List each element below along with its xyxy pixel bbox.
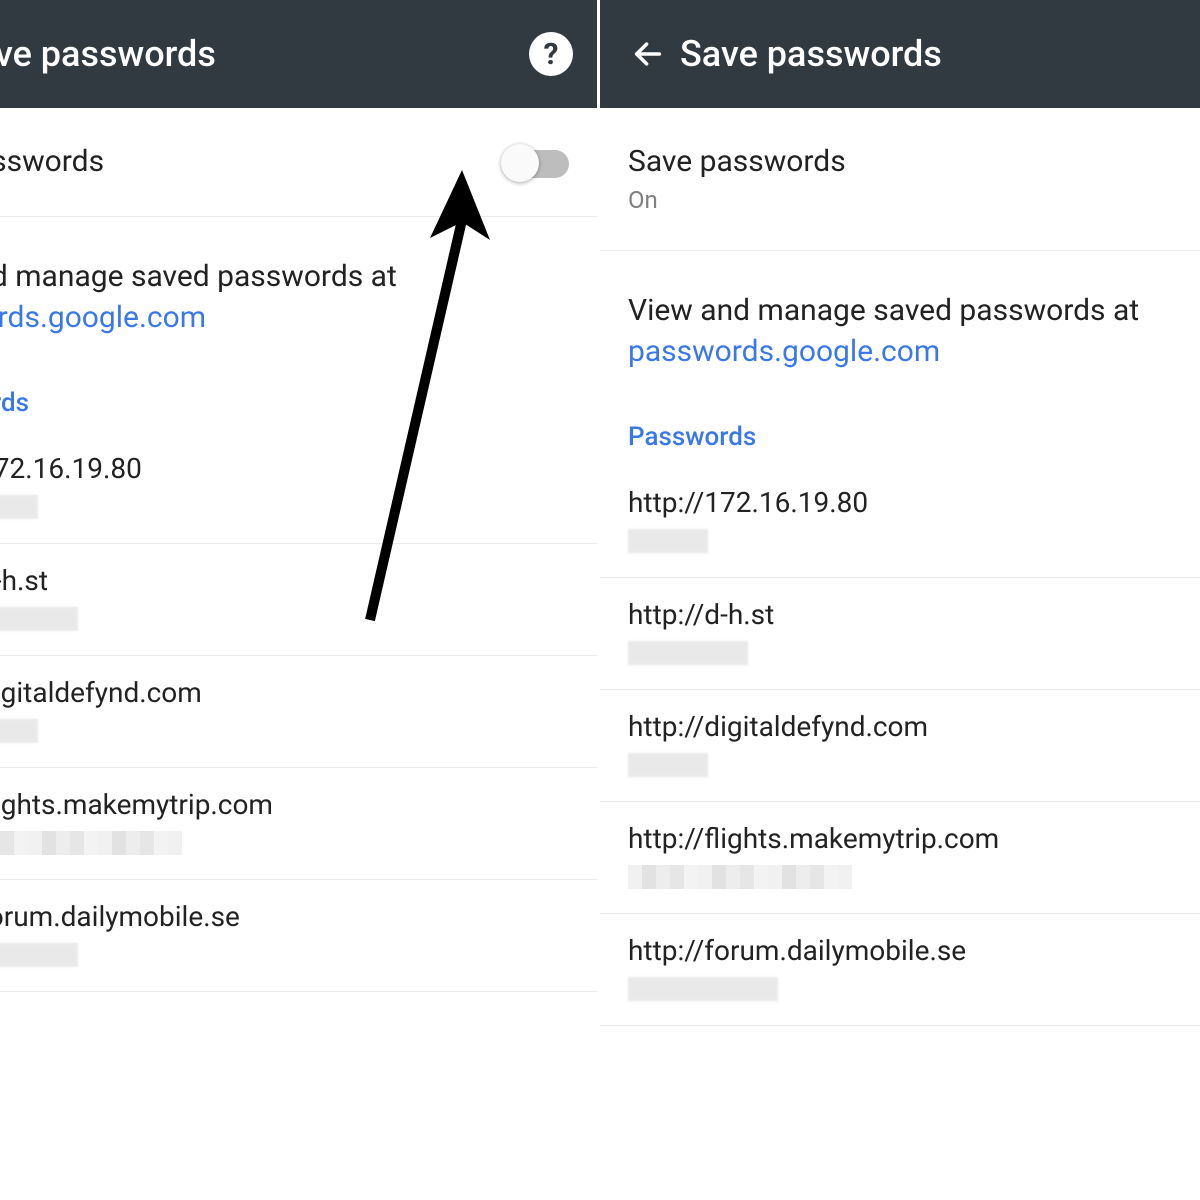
username-blurred xyxy=(628,529,1172,555)
username-blurred xyxy=(0,607,569,633)
passwords-section-title: words xyxy=(0,348,597,432)
passwords-google-link[interactable]: words.google.com xyxy=(0,300,206,335)
toggle-switch-off[interactable] xyxy=(505,150,569,178)
username-blurred xyxy=(0,495,569,521)
appbar-right: Save passwords xyxy=(600,0,1200,108)
site-url: http://172.16.19.80 xyxy=(628,486,1172,519)
username-blurred xyxy=(628,977,1172,1003)
username-blurred xyxy=(0,831,569,857)
password-entry[interactable]: http://172.16.19.80 xyxy=(600,466,1200,578)
username-blurred xyxy=(0,719,569,745)
password-entry[interactable]: http://forum.dailymobile.se xyxy=(600,914,1200,1026)
passwords-section-title: Passwords xyxy=(600,382,1200,466)
site-url: http://flights.makemytrip.com xyxy=(628,822,1172,855)
password-entry[interactable]: //forum.dailymobile.se xyxy=(0,880,597,992)
username-blurred xyxy=(0,943,569,969)
right-panel: Save passwords Save passwords On View an… xyxy=(600,0,1200,1200)
password-entry[interactable]: http://digitaldefynd.com xyxy=(600,690,1200,802)
toggle-label: passwords xyxy=(0,144,104,180)
manage-text: and manage saved passwords at words.goog… xyxy=(0,217,597,348)
site-url: //172.16.19.80 xyxy=(0,452,569,485)
page-title: Save passwords xyxy=(0,33,529,75)
site-url: //digitaldefynd.com xyxy=(0,676,569,709)
save-passwords-toggle-row[interactable]: Save passwords On xyxy=(600,108,1200,251)
page-title: Save passwords xyxy=(680,33,1176,75)
site-url: http://forum.dailymobile.se xyxy=(628,934,1172,967)
toggle-state: On xyxy=(628,186,846,214)
help-icon[interactable]: ? xyxy=(529,32,573,76)
back-icon[interactable] xyxy=(624,37,672,71)
passwords-google-link[interactable]: passwords.google.com xyxy=(628,334,940,369)
site-url: //flights.makemytrip.com xyxy=(0,788,569,821)
password-entry[interactable]: //172.16.19.80 xyxy=(0,432,597,544)
site-url: //forum.dailymobile.se xyxy=(0,900,569,933)
username-blurred xyxy=(628,641,1172,667)
toggle-label: Save passwords xyxy=(628,144,846,180)
site-url: http://d-h.st xyxy=(628,598,1172,631)
username-blurred xyxy=(628,865,1172,891)
left-panel: Save passwords ? passwords and manage sa… xyxy=(0,0,600,1200)
password-entry[interactable]: http://flights.makemytrip.com xyxy=(600,802,1200,914)
save-passwords-toggle-row[interactable]: passwords xyxy=(0,108,597,217)
username-blurred xyxy=(628,753,1172,779)
appbar-left: Save passwords ? xyxy=(0,0,597,108)
password-entry[interactable]: //digitaldefynd.com xyxy=(0,656,597,768)
password-entry[interactable]: http://d-h.st xyxy=(600,578,1200,690)
password-entry[interactable]: //d-h.st xyxy=(0,544,597,656)
site-url: //d-h.st xyxy=(0,564,569,597)
manage-text: View and manage saved passwords at passw… xyxy=(600,251,1200,382)
site-url: http://digitaldefynd.com xyxy=(628,710,1172,743)
password-entry[interactable]: //flights.makemytrip.com xyxy=(0,768,597,880)
